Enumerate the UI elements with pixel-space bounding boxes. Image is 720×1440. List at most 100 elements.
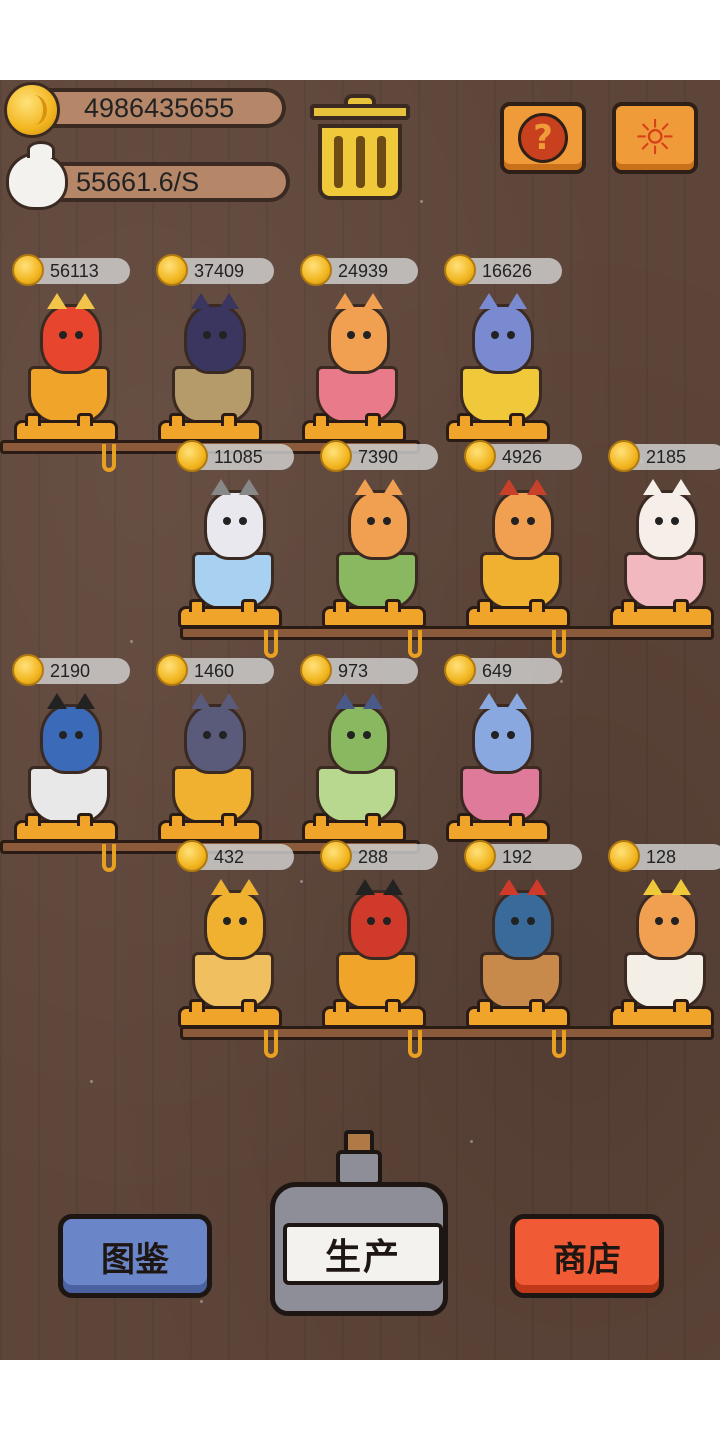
sunflower-cat-matcha-icon bbox=[328, 693, 390, 774]
bottle-neck bbox=[336, 1150, 382, 1186]
cat-slot-emperor-cat-coffee[interactable]: 128 bbox=[608, 840, 720, 1044]
two-cats-beer-icon bbox=[184, 693, 246, 774]
cat-platform bbox=[446, 413, 550, 442]
gold-coin-icon bbox=[300, 254, 332, 286]
price-value: 16626 bbox=[482, 261, 533, 281]
trash-can-icon bbox=[318, 124, 402, 200]
gold-coin-icon bbox=[320, 840, 352, 872]
cat-platform bbox=[446, 813, 550, 842]
gold-coin-icon bbox=[444, 654, 476, 686]
shop-button[interactable]: 商店 bbox=[510, 1214, 664, 1298]
cat-slot-blue-cat-tomato[interactable]: 192 bbox=[464, 840, 596, 1044]
price-tag: 4926 bbox=[464, 440, 582, 472]
price-value: 7390 bbox=[358, 447, 399, 467]
cat-platform bbox=[178, 599, 282, 628]
gold-crown-cat-icon bbox=[40, 293, 102, 374]
orange-cat-blue-cape-icon bbox=[348, 479, 410, 560]
price-value: 432 bbox=[214, 847, 245, 867]
cat-slot-wizard-cat-beer[interactable]: 16626 bbox=[444, 254, 576, 458]
price-value: 56113 bbox=[50, 261, 99, 281]
cat-slot-black-cat-grapes[interactable]: 37409 bbox=[156, 254, 288, 458]
income-rate: 55661.6/S bbox=[76, 166, 200, 197]
gear-icon: ☼ bbox=[633, 110, 677, 166]
red-hat-cat-juice-icon bbox=[492, 479, 554, 560]
price-value: 11085 bbox=[214, 447, 263, 467]
gold-coin-icon bbox=[176, 840, 208, 872]
coin-total: 4986435655 bbox=[84, 92, 235, 123]
black-cat-grapes-icon bbox=[184, 293, 246, 374]
price-tag: 2185 bbox=[608, 440, 720, 472]
cat-slot-blue-cat-wine[interactable]: 649 bbox=[444, 654, 576, 858]
price-value: 4926 bbox=[502, 447, 543, 467]
gold-coin-icon bbox=[176, 440, 208, 472]
cat-platform bbox=[14, 413, 118, 442]
price-tag: 24939 bbox=[300, 254, 418, 286]
shop-label: 商店 bbox=[553, 1239, 621, 1280]
price-tag: 56113 bbox=[12, 254, 130, 286]
gold-coin-icon bbox=[444, 254, 476, 286]
cat-slot-calico-cat-red-jacket[interactable]: 288 bbox=[320, 840, 452, 1044]
gold-coin-icon bbox=[320, 440, 352, 472]
cat-slot-grey-cat-detective[interactable]: 11085 bbox=[176, 440, 308, 644]
price-tag: 432 bbox=[176, 840, 294, 872]
game-screen: 4986435655 55661.6/S ? ☼ 56113 37409 24939… bbox=[0, 80, 720, 1360]
cat-slot-orange-cat-cocktail[interactable]: 24939 bbox=[300, 254, 432, 458]
price-tag: 2190 bbox=[12, 654, 130, 686]
price-tag: 7390 bbox=[320, 440, 438, 472]
price-tag: 649 bbox=[444, 654, 562, 686]
orange-cat-cocktail-icon bbox=[328, 293, 390, 374]
cat-slot-orange-cat-sunglasses[interactable]: 432 bbox=[176, 840, 308, 1044]
cat-platform bbox=[322, 999, 426, 1028]
gold-coin-icon bbox=[464, 440, 496, 472]
cat-slot-sunflower-cat-matcha[interactable]: 973 bbox=[300, 654, 432, 858]
cat-platform bbox=[158, 813, 262, 842]
trash-can-button[interactable] bbox=[310, 94, 410, 204]
settings-button[interactable]: ☼ bbox=[612, 102, 698, 174]
price-tag: 128 bbox=[608, 840, 720, 872]
money-bag-icon bbox=[6, 141, 68, 210]
cat-slot-white-cat-rose[interactable]: 2185 bbox=[608, 440, 720, 644]
produce-label: 生产 bbox=[283, 1223, 443, 1285]
cat-slot-two-cats-beer[interactable]: 1460 bbox=[156, 654, 288, 858]
gold-coin-icon bbox=[608, 840, 640, 872]
gold-coin-icon bbox=[300, 654, 332, 686]
white-cat-blue-suit-icon bbox=[40, 693, 102, 774]
price-value: 2190 bbox=[50, 661, 91, 681]
album-label: 图鉴 bbox=[101, 1239, 169, 1280]
cat-platform bbox=[178, 999, 282, 1028]
cat-slot-gold-crown-cat[interactable]: 56113 bbox=[12, 254, 144, 458]
album-button[interactable]: 图鉴 bbox=[58, 1214, 212, 1298]
price-value: 192 bbox=[502, 847, 533, 867]
grey-cat-detective-icon bbox=[204, 479, 266, 560]
price-value: 24939 bbox=[338, 261, 389, 281]
cat-platform bbox=[302, 413, 406, 442]
cat-platform bbox=[322, 599, 426, 628]
gold-coin-icon bbox=[156, 254, 188, 286]
help-button[interactable]: ? bbox=[500, 102, 586, 174]
cat-slot-white-cat-blue-suit[interactable]: 2190 bbox=[12, 654, 144, 858]
cat-slot-red-hat-cat-juice[interactable]: 4926 bbox=[464, 440, 596, 644]
gold-coin-icon bbox=[4, 82, 60, 138]
gold-coin-icon bbox=[12, 654, 44, 686]
price-value: 128 bbox=[646, 847, 677, 867]
cat-platform bbox=[466, 599, 570, 628]
cat-platform bbox=[14, 813, 118, 842]
blue-cat-tomato-icon bbox=[492, 879, 554, 960]
cat-platform bbox=[610, 999, 714, 1028]
gold-coin-icon bbox=[12, 254, 44, 286]
gold-coin-icon bbox=[156, 654, 188, 686]
price-tag: 11085 bbox=[176, 440, 294, 472]
price-value: 973 bbox=[338, 661, 369, 681]
price-value: 649 bbox=[482, 661, 513, 681]
trash-lid bbox=[310, 104, 410, 120]
cat-platform bbox=[466, 999, 570, 1028]
price-tag: 37409 bbox=[156, 254, 274, 286]
gold-coin-icon bbox=[464, 840, 496, 872]
produce-button[interactable]: 生产 bbox=[270, 1130, 448, 1320]
price-tag: 973 bbox=[300, 654, 418, 686]
wizard-cat-beer-icon bbox=[472, 293, 534, 374]
cat-slot-orange-cat-blue-cape[interactable]: 7390 bbox=[320, 440, 452, 644]
cat-platform bbox=[610, 599, 714, 628]
price-value: 2185 bbox=[646, 447, 687, 467]
cat-platform bbox=[158, 413, 262, 442]
